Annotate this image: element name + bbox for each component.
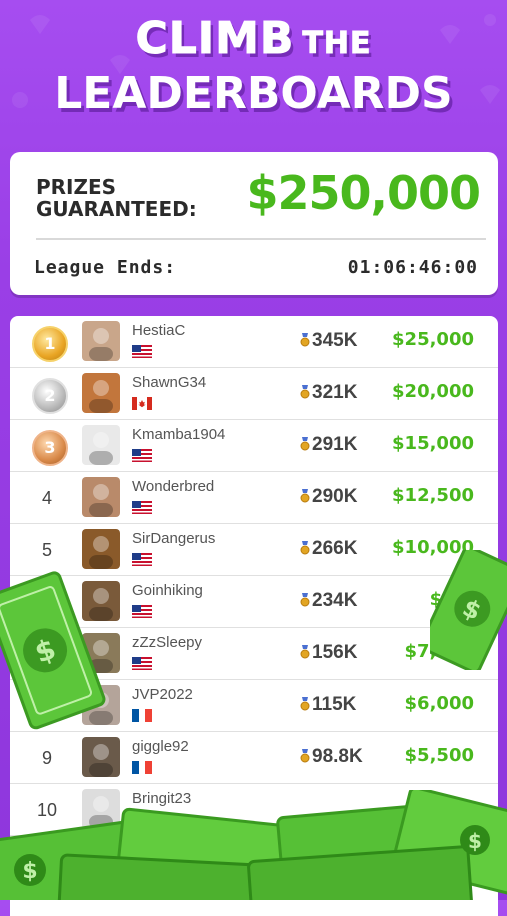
prizes-label: PRIZES GUARANTEED: <box>36 175 197 221</box>
player-score: 156K <box>300 642 357 664</box>
us-flag-icon <box>132 603 152 618</box>
player-name: SirDangerus <box>132 530 216 547</box>
score-medal-icon <box>300 435 310 451</box>
us-flag-icon <box>132 447 152 462</box>
prize-amount: $10,000 <box>392 537 474 558</box>
score-medal-icon <box>300 331 310 347</box>
player-score: 98.8K <box>300 746 363 768</box>
score-medal-icon <box>300 487 310 503</box>
score-value: 156K <box>312 642 358 663</box>
table-row[interactable]: 5 SirDangerus 266K $10,000 <box>10 524 498 576</box>
avatar[interactable] <box>82 789 120 829</box>
score-value: 266K <box>312 538 358 559</box>
score-medal-icon <box>300 643 310 659</box>
player-name: Wonderbred <box>132 478 215 495</box>
score-medal-icon <box>300 539 310 555</box>
score-value: 234K <box>312 590 358 611</box>
prize-amount: $25,000 <box>392 329 474 350</box>
table-row[interactable]: 4 Wonderbred 290K $12,500 <box>10 472 498 524</box>
avatar[interactable] <box>82 529 120 569</box>
rank-number: 10 <box>36 800 58 820</box>
score-value: 321K <box>312 382 358 403</box>
player-score: 115K <box>300 694 356 716</box>
score-medal-icon <box>300 383 310 399</box>
prize-amount: $15,000 <box>392 433 474 454</box>
league-countdown: 01:06:46:00 <box>347 257 478 278</box>
player-name: giggle92 <box>132 738 189 755</box>
us-flag-icon <box>132 499 152 514</box>
silver-medal-icon: 2 <box>32 378 68 414</box>
us-flag-icon <box>132 343 152 358</box>
france-flag-icon <box>132 707 152 722</box>
rank-number: 4 <box>41 488 52 508</box>
table-row[interactable]: 6 Goinhiking 234K $8,5 <box>10 576 498 628</box>
prize-amount: $8,5 <box>429 589 474 610</box>
bronze-medal-icon: 3 <box>32 430 68 466</box>
rank-number: 6 <box>41 592 52 612</box>
prize-amount: $5,000 <box>404 797 474 818</box>
player-score: 266K <box>300 538 357 560</box>
prize-amount: $6,000 <box>404 693 474 714</box>
gold-medal-icon: 1 <box>32 326 68 362</box>
avatar[interactable] <box>82 633 120 673</box>
player-name: Bringit23 <box>132 790 192 807</box>
score-value: 290K <box>312 486 358 507</box>
table-row[interactable]: 10 Bringit23 $5,000 <box>10 784 498 836</box>
prizes-amount: $250,000 <box>246 166 481 220</box>
title-line1: CLIMB <box>135 13 295 64</box>
score-value: 291K <box>312 434 358 455</box>
avatar[interactable] <box>82 321 120 361</box>
card-divider <box>36 238 486 240</box>
player-name: Kmamba1904 <box>132 426 226 443</box>
table-row[interactable]: 7 zZzSleepy 156K $7,000 <box>10 628 498 680</box>
avatar[interactable] <box>82 737 120 777</box>
score-value: 115K <box>312 694 357 715</box>
score-medal-icon <box>300 695 310 711</box>
rank-number: 8 <box>41 696 52 716</box>
player-name: JVP2022 <box>132 686 193 703</box>
player-name: zZzSleepy <box>132 634 203 651</box>
player-name: HestiaC <box>132 322 186 339</box>
title-line2: LEADERBOARDS <box>54 68 453 119</box>
rank-number: 9 <box>41 748 52 768</box>
prize-amount: $12,500 <box>392 485 474 506</box>
prize-amount: $20,000 <box>392 381 474 402</box>
leaderboard[interactable]: 1 HestiaC 345K $25,000 2 ShawnG34 321K $20,000 3… <box>10 316 498 916</box>
table-row[interactable]: 3 Kmamba1904 291K $15,000 <box>10 420 498 472</box>
avatar[interactable] <box>82 425 120 465</box>
prize-card: PRIZES GUARANTEED: $250,000 League Ends:… <box>10 152 498 295</box>
player-score: 234K <box>300 590 357 612</box>
avatar[interactable] <box>82 477 120 517</box>
avatar[interactable] <box>82 373 120 413</box>
player-score: 321K <box>300 382 357 404</box>
player-score: 291K <box>300 434 357 456</box>
canada-flag-icon <box>132 811 152 826</box>
score-value: 345K <box>312 330 358 351</box>
france-flag-icon <box>132 759 152 774</box>
table-row[interactable]: 9 giggle92 98.8K $5,500 <box>10 732 498 784</box>
player-score: 290K <box>300 486 357 508</box>
table-row[interactable]: 2 ShawnG34 321K $20,000 <box>10 368 498 420</box>
prize-amount: $7,000 <box>404 641 474 662</box>
us-flag-icon <box>132 655 152 670</box>
league-label: League Ends: <box>34 257 177 278</box>
avatar[interactable] <box>82 581 120 621</box>
rank-number: 5 <box>41 540 52 560</box>
player-score: 345K <box>300 330 357 352</box>
score-medal-icon <box>300 591 310 607</box>
score-value: 98.8K <box>312 746 363 767</box>
table-row[interactable]: 1 HestiaC 345K $25,000 <box>10 316 498 368</box>
title-line1-small: THE <box>302 26 372 62</box>
prize-amount: $5,500 <box>404 745 474 766</box>
page-title: CLIMB THE LEADERBOARDS <box>0 13 507 119</box>
avatar[interactable] <box>82 685 120 725</box>
player-name: ShawnG34 <box>132 374 207 391</box>
score-medal-icon <box>300 747 310 763</box>
player-name: Goinhiking <box>132 582 203 599</box>
us-flag-icon <box>132 551 152 566</box>
canada-flag-icon <box>132 395 152 410</box>
table-row[interactable]: 8 JVP2022 115K $6,000 <box>10 680 498 732</box>
rank-number: 7 <box>41 644 52 664</box>
